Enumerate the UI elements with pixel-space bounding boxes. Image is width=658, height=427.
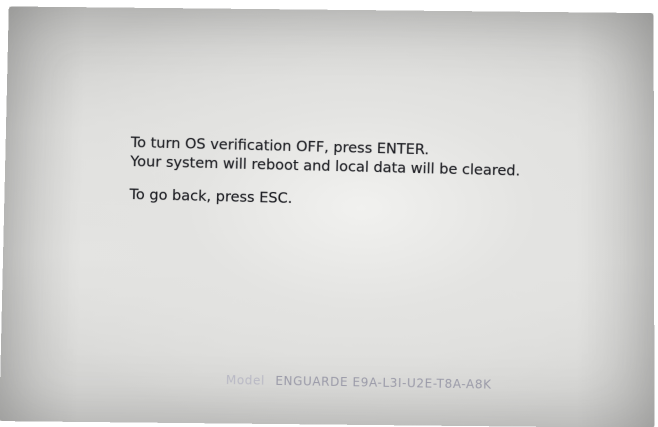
photo-frame: To turn OS verification OFF, press ENTER… bbox=[0, 0, 658, 427]
recovery-screen bbox=[0, 6, 655, 427]
faint-screen-artifact bbox=[156, 65, 514, 77]
verification-message: To turn OS verification OFF, press ENTER… bbox=[129, 134, 521, 215]
model-label: Model bbox=[225, 373, 266, 388]
